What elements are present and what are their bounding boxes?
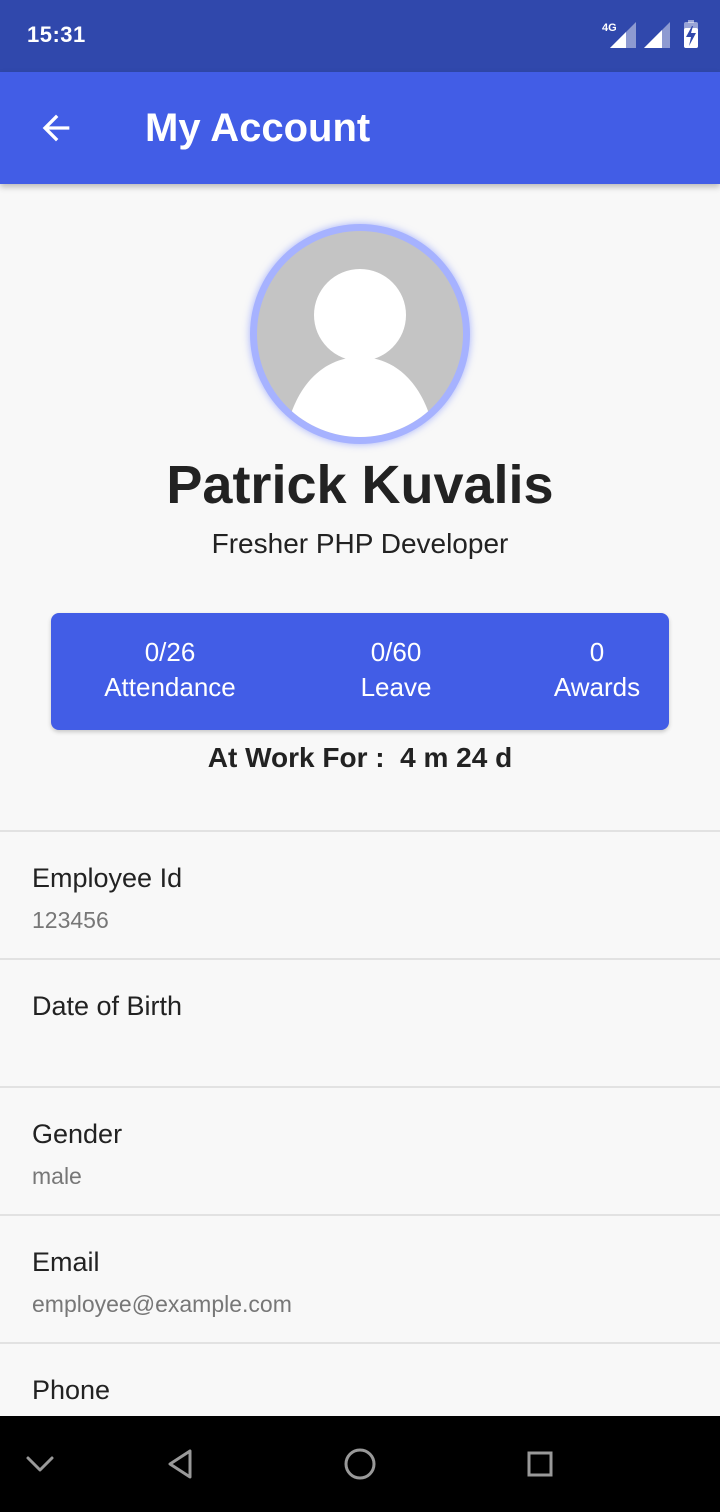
signal-icon [644,22,670,48]
status-bar: 15:31 4G [0,0,720,72]
status-time: 15:31 [27,22,86,47]
nav-collapse-button[interactable] [16,1440,64,1488]
signal-4g-icon: 4G [602,22,636,48]
stat-attendance[interactable]: 0/26 Attendance [75,635,265,705]
arrow-back-icon [42,114,70,142]
battery-charging-icon [684,20,698,48]
stat-awards[interactable]: 0 Awards [541,635,653,705]
stat-leave[interactable]: 0/60 Leave [311,635,481,705]
network-type-label: 4G [602,22,617,34]
stat-value: 0 [589,637,605,667]
info-value: 123456 [32,907,109,933]
stats-card: 0/26 Attendance 0/60 Leave 0 Awards [51,613,669,730]
page-title: My Account [145,106,371,150]
info-row-gender[interactable]: Gender male [0,1086,720,1214]
info-label: Phone [32,1375,111,1405]
info-row-employee-id[interactable]: Employee Id 123456 [0,830,720,958]
info-label: Date of Birth [32,991,183,1021]
info-label: Email [32,1247,100,1277]
info-label: Gender [32,1119,123,1149]
account-content[interactable]: Patrick Kuvalis Fresher PHP Developer 0/… [0,184,720,1416]
app-bar: My Account [0,72,720,184]
info-row-email[interactable]: Email employee@example.com [0,1214,720,1342]
info-label: Employee Id [32,863,183,893]
back-button[interactable] [28,100,84,156]
nav-back-button[interactable] [156,1440,204,1488]
recents-square-icon [527,1451,553,1477]
status-icons: 4G [602,20,702,50]
nav-recents-button[interactable] [516,1440,564,1488]
home-circle-icon [344,1448,376,1480]
info-list: Employee Id 123456 Date of Birth Gender … [0,830,720,1416]
stat-value: 0/60 [370,637,422,667]
avatar[interactable] [257,231,463,437]
info-row-phone[interactable]: Phone [0,1342,720,1416]
work-duration-label: At Work For : [207,742,385,773]
work-duration: At Work For : 4 m 24 d [0,738,720,778]
info-value: employee@example.com [32,1291,292,1317]
back-triangle-icon [168,1449,192,1479]
stat-label: Attendance [104,672,236,702]
stat-label: Leave [360,672,432,702]
info-row-date-of-birth[interactable]: Date of Birth [0,958,720,1086]
person-placeholder-icon [285,269,435,437]
profile-role: Fresher PHP Developer [211,528,509,559]
chevron-down-icon [26,1456,54,1472]
stat-label: Awards [553,672,641,702]
avatar-ring [250,224,470,444]
system-nav-bar [0,1416,720,1512]
stat-value: 0/26 [144,637,196,667]
profile-name: Patrick Kuvalis [166,455,554,515]
info-value: male [32,1163,82,1189]
nav-home-button[interactable] [336,1440,384,1488]
work-duration-value: 4 m 24 d [400,742,513,773]
